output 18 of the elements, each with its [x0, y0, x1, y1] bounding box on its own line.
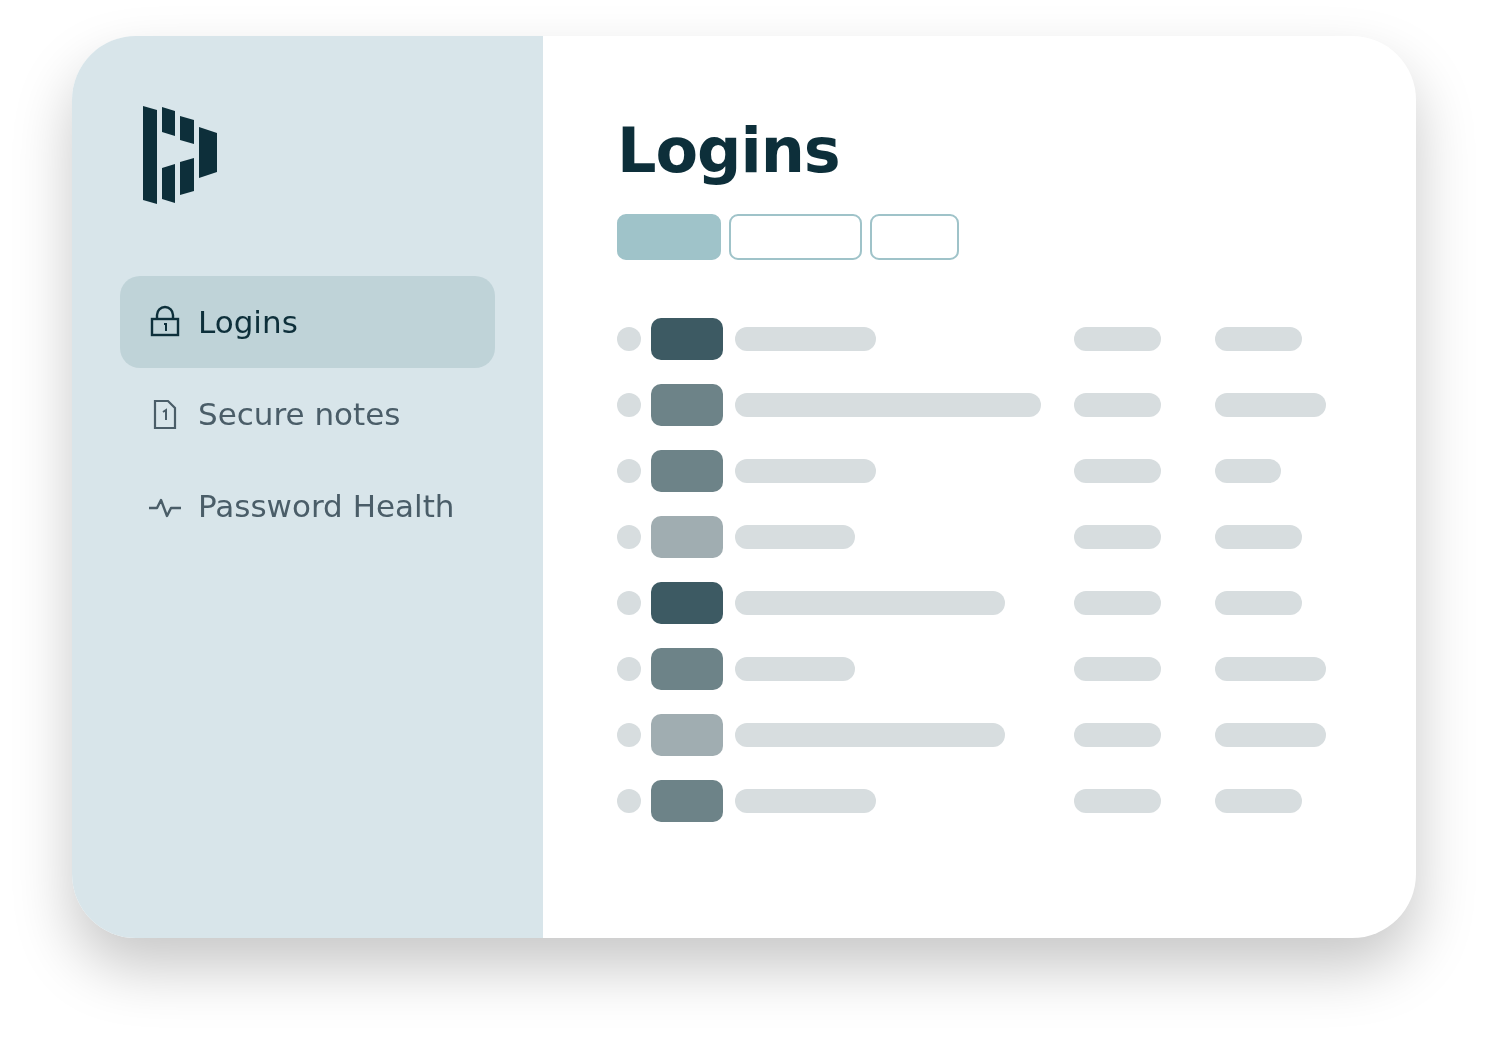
placeholder-dot: [617, 591, 641, 616]
placeholder-dot: [617, 657, 641, 682]
sidebar-item[interactable]: Password Health: [120, 460, 495, 552]
filter-chip[interactable]: [870, 214, 959, 261]
filter-chip[interactable]: [617, 214, 721, 261]
lock-icon: [148, 305, 182, 339]
sidebar-item[interactable]: Logins: [120, 276, 495, 368]
placeholder-dot: [617, 723, 641, 748]
placeholder-dot: [617, 789, 641, 814]
placeholder-bar: [1215, 459, 1281, 484]
page-title: Logins: [617, 114, 841, 189]
placeholder-dot: [617, 459, 641, 484]
sidebar-item[interactable]: Secure notes: [120, 368, 495, 460]
filter-chip[interactable]: [729, 214, 862, 261]
placeholder-dot: [617, 393, 641, 418]
placeholder-dot: [617, 525, 641, 550]
placeholder-dot: [617, 327, 641, 352]
logo-icon: [143, 106, 217, 204]
